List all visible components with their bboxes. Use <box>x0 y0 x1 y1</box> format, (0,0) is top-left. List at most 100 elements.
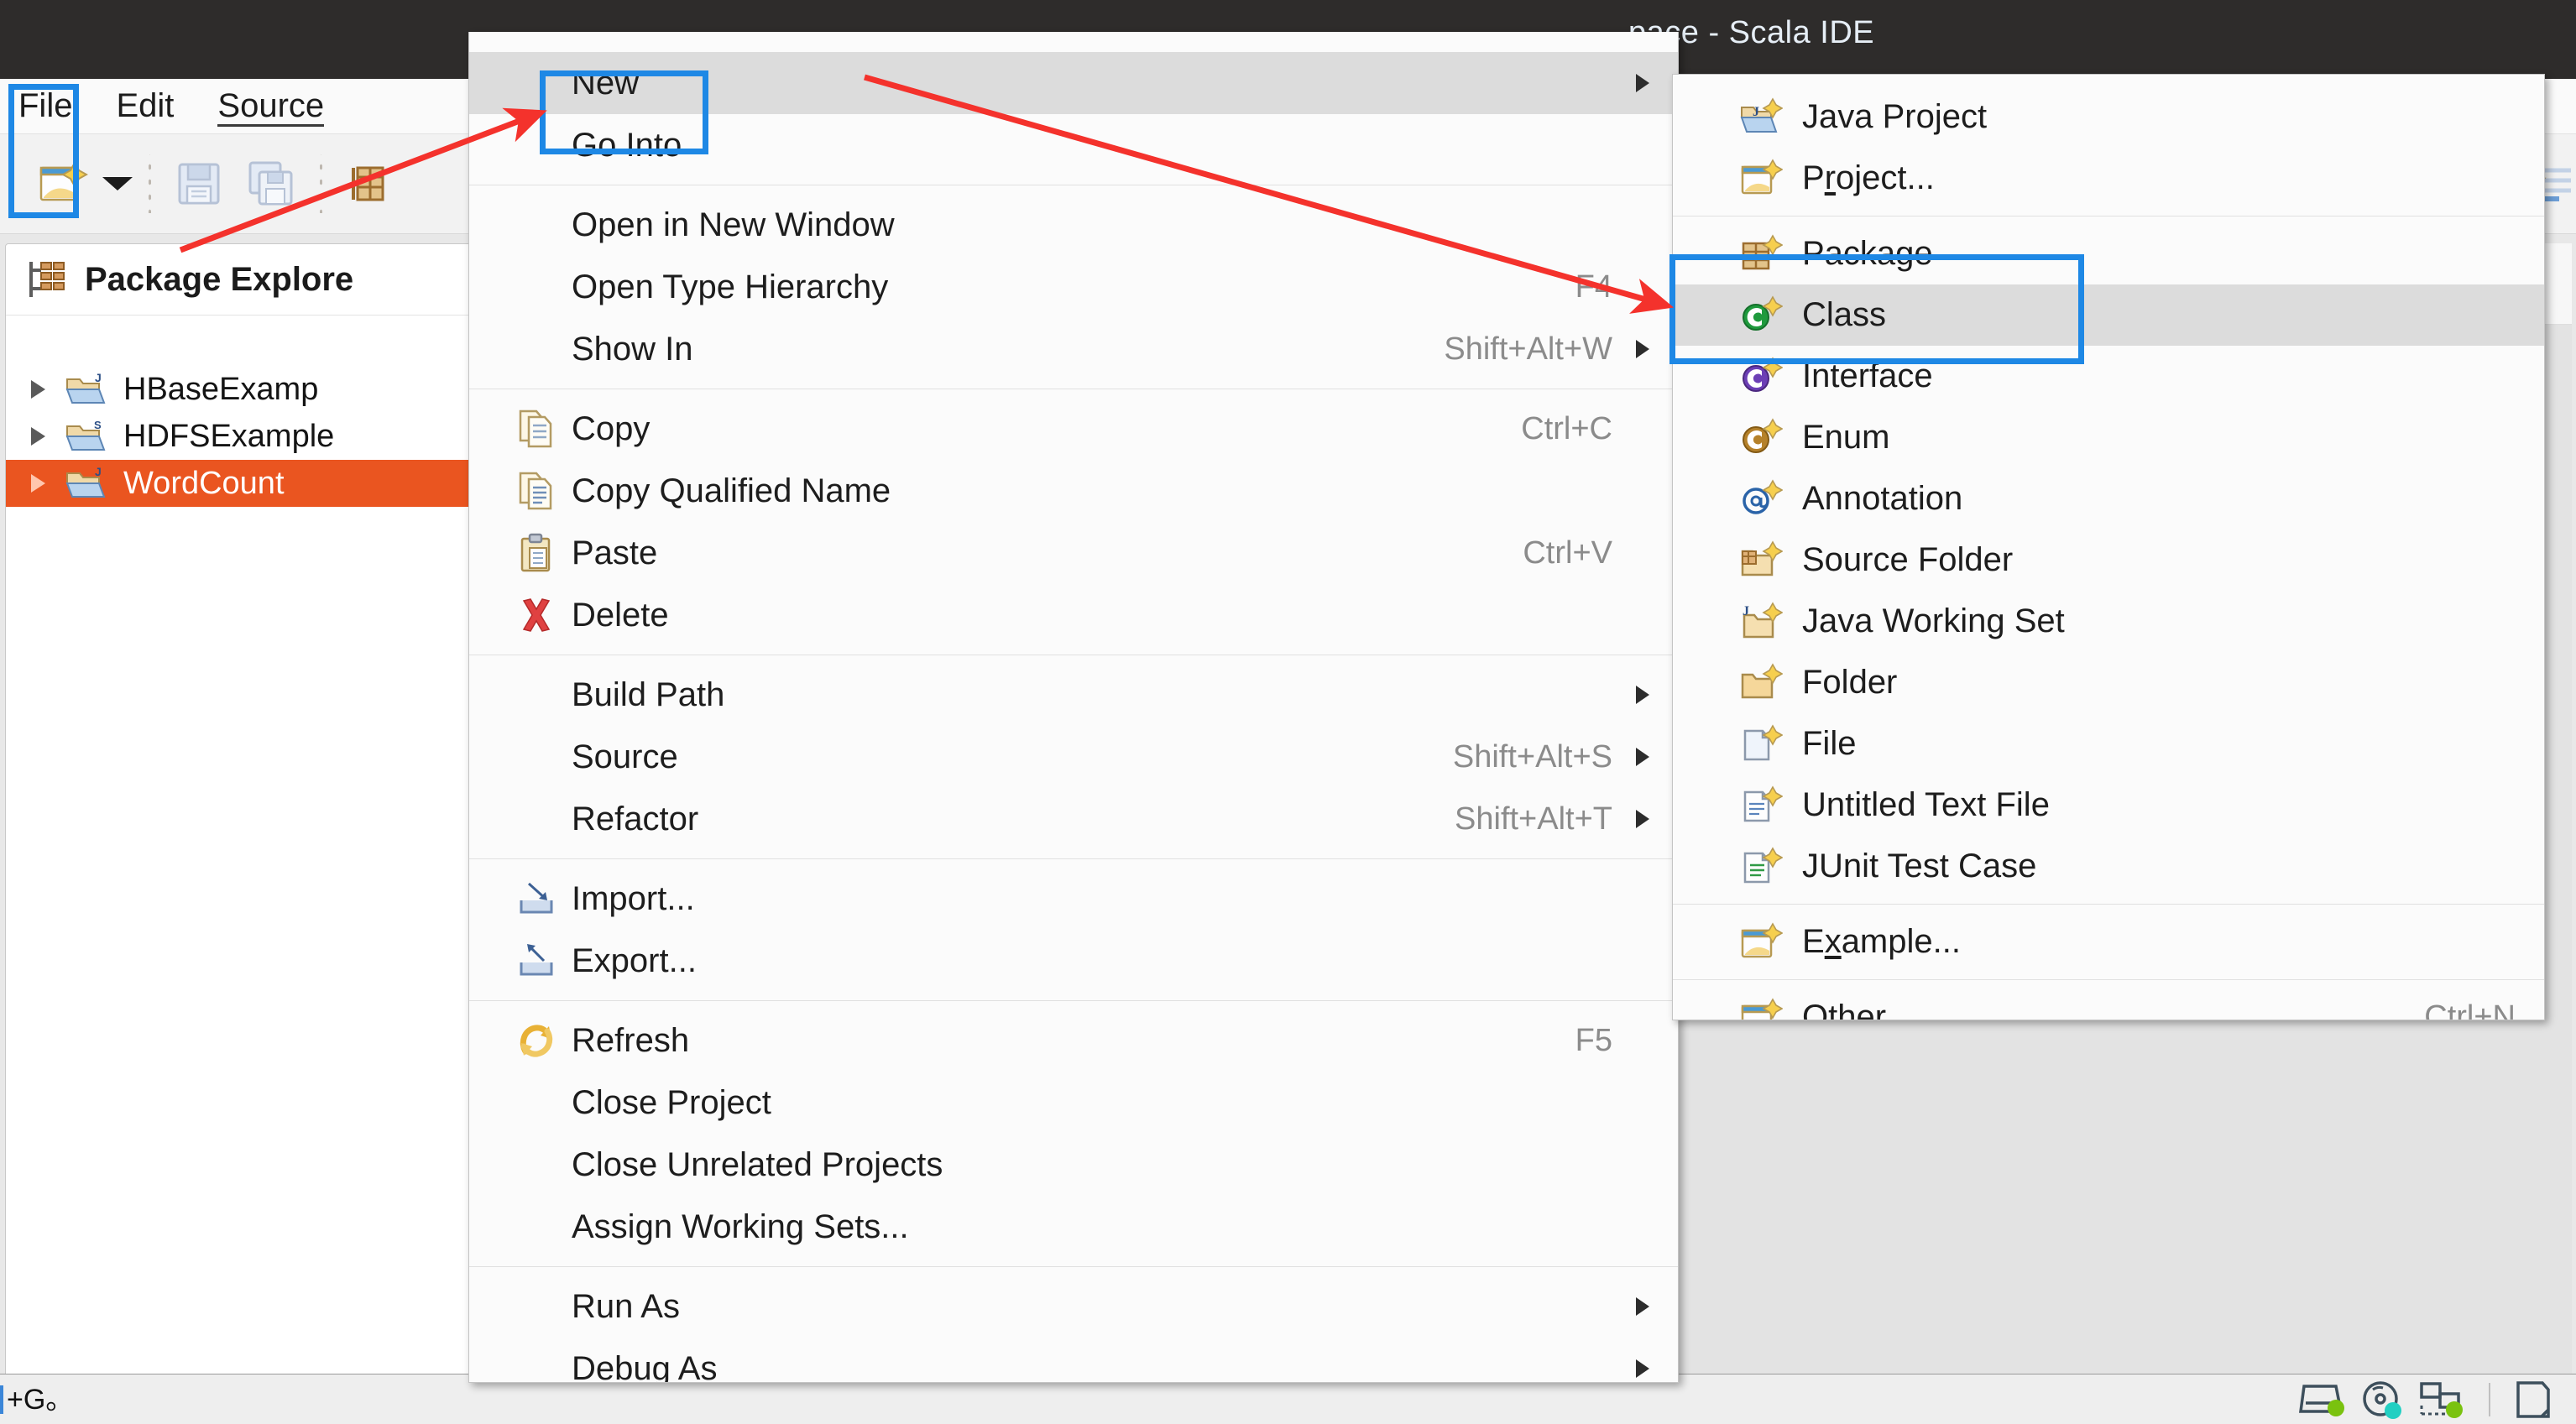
submenu-label: JUnit Test Case <box>1802 848 2037 884</box>
context-menu-item-build-path[interactable]: Build Path <box>469 664 1678 726</box>
submenu-item-interface[interactable]: Interface <box>1673 346 2544 407</box>
submenu-item-junit-test-case[interactable]: JUnit Test Case <box>1673 836 2544 897</box>
submenu-label: Folder <box>1802 664 1898 701</box>
enum-new-icon <box>1737 417 1785 458</box>
submenu-item-enum[interactable]: Enum <box>1673 407 2544 468</box>
java-project-icon: J <box>65 371 108 408</box>
status-message: +G。 <box>0 1385 74 1414</box>
context-menu-label: Copy Qualified Name <box>572 472 891 509</box>
menubar-item-source[interactable]: Source <box>217 87 349 127</box>
context-menu-item-refresh[interactable]: Refresh F5 <box>469 1009 1678 1072</box>
context-menu-item-export[interactable]: Export... <box>469 930 1678 992</box>
disc-status-icon[interactable] <box>2361 1380 2405 1420</box>
menubar-item-file-label: File <box>18 87 73 124</box>
context-menu-item-run-as[interactable]: Run As <box>469 1275 1678 1338</box>
toolbar-separator-2 <box>316 154 326 213</box>
context-menu-item-copy-qualified-name[interactable]: Copy Qualified Name <box>469 460 1678 522</box>
save-button[interactable] <box>163 148 235 220</box>
context-menu-item-source[interactable]: Source Shift+Alt+S <box>469 726 1678 788</box>
expand-twisty-icon[interactable] <box>26 378 50 401</box>
submenu-label: Java Project <box>1802 98 1988 135</box>
submenu-item-project[interactable]: Project... <box>1673 148 2544 209</box>
context-menu-label: Open in New Window <box>572 206 895 243</box>
context-menu-label: Paste <box>572 534 658 571</box>
context-menu-item-paste[interactable]: Paste Ctrl+V <box>469 522 1678 584</box>
submenu-item-folder[interactable]: Folder <box>1673 652 2544 713</box>
paste-icon <box>513 533 560 573</box>
submenu-item-annotation[interactable]: Annotation <box>1673 468 2544 529</box>
status-separator <box>2489 1382 2490 1416</box>
context-menu-label: Go Into <box>572 126 682 164</box>
new-wizard-button[interactable] <box>27 148 99 220</box>
expand-twisty-icon[interactable] <box>26 425 50 448</box>
tree-item-label: HDFSExample <box>123 418 335 454</box>
context-menu-accel: Shift+Alt+T <box>1455 801 1612 837</box>
context-menu-item-refactor[interactable]: Refactor Shift+Alt+T <box>469 788 1678 850</box>
toolbar-grip[interactable] <box>7 154 22 213</box>
status-indicators <box>2299 1380 2576 1420</box>
menubar-item-file[interactable]: File <box>18 87 97 125</box>
menu-divider <box>469 858 1678 859</box>
save-all-button[interactable] <box>235 148 307 220</box>
menubar-item-edit-label: Edit <box>116 87 175 124</box>
context-menu-label: Assign Working Sets... <box>572 1208 909 1245</box>
submenu-item-source-folder[interactable]: Source Folder <box>1673 529 2544 591</box>
untitled-text-file-icon <box>1737 785 1785 826</box>
submenu-item-package[interactable]: Package <box>1673 223 2544 284</box>
submenu-item-untitled-text-file[interactable]: Untitled Text File <box>1673 775 2544 836</box>
java-project-icon: J <box>65 465 108 502</box>
folder-new-icon <box>1737 662 1785 703</box>
submenu-label: Source Folder <box>1802 541 2014 578</box>
menubar-item-edit[interactable]: Edit <box>116 87 199 125</box>
context-menu-item-new[interactable]: New <box>469 52 1678 114</box>
submenu-label: Example... <box>1802 923 1961 960</box>
heap-status-icon[interactable] <box>2299 1381 2348 1418</box>
submenu-accel: Ctrl+N <box>2424 999 2516 1020</box>
toolbar-separator-1 <box>144 154 154 213</box>
context-menu-item-open-type-hierarchy[interactable]: Open Type Hierarchy F4 <box>469 256 1678 318</box>
caret-down-icon <box>101 175 134 193</box>
context-menu-item-copy[interactable]: Copy Ctrl+C <box>469 398 1678 460</box>
submenu-label: File <box>1802 725 1857 762</box>
build-icon <box>348 162 392 206</box>
submenu-item-file[interactable]: File <box>1673 713 2544 775</box>
context-menu-label: Refactor <box>572 800 699 837</box>
copy-qualified-icon <box>513 471 560 511</box>
project-context-menu: New Go Into Open in New Window Open Type… <box>468 32 1679 1383</box>
context-menu-item-close-unrelated-projects[interactable]: Close Unrelated Projects <box>469 1134 1678 1196</box>
build-button[interactable] <box>334 148 406 220</box>
expand-twisty-icon[interactable] <box>26 472 50 495</box>
submenu-item-class[interactable]: Class <box>1673 284 2544 346</box>
context-menu-accel: Ctrl+C <box>1521 410 1612 446</box>
context-menu-item-delete[interactable]: Delete <box>469 584 1678 646</box>
new-dropdown-caret[interactable] <box>99 148 136 220</box>
submenu-item-java-working-set[interactable]: J Java Working Set <box>1673 591 2544 652</box>
submenu-item-java-project[interactable]: J Java Project <box>1673 86 2544 148</box>
context-menu-label: Close Project <box>572 1083 771 1121</box>
context-menu-label: Copy <box>572 409 651 447</box>
network-status-icon[interactable] <box>2418 1380 2465 1419</box>
document-status-icon[interactable] <box>2514 1380 2552 1420</box>
context-menu-item-debug-as[interactable]: Debug As <box>469 1338 1678 1383</box>
context-menu-item-show-in[interactable]: Show In Shift+Alt+W <box>469 318 1678 380</box>
context-menu-item-close-project[interactable]: Close Project <box>469 1072 1678 1134</box>
submenu-item-other[interactable]: Other... Ctrl+N <box>1673 987 2544 1020</box>
menubar-item-source-label: Source <box>217 87 325 127</box>
context-menu-label: Show In <box>572 330 693 368</box>
submenu-label: Project... <box>1802 159 1935 196</box>
context-menu-accel: Shift+Alt+S <box>1452 738 1612 775</box>
context-menu-accel: Shift+Alt+W <box>1444 331 1612 367</box>
context-menu-item-assign-working-sets[interactable]: Assign Working Sets... <box>469 1196 1678 1258</box>
project-new-icon <box>1737 158 1785 199</box>
context-menu-item-import[interactable]: Import... <box>469 868 1678 930</box>
submenu-item-example[interactable]: Example... <box>1673 911 2544 973</box>
new-file-icon <box>38 161 88 206</box>
context-menu-item-open-in-new-window[interactable]: Open in New Window <box>469 194 1678 256</box>
context-menu-label: Refresh <box>572 1021 690 1059</box>
context-menu-item-go-into[interactable]: Go Into <box>469 114 1678 176</box>
scala-project-icon: S <box>65 418 108 455</box>
package-explorer-tab-label: Package Explore <box>85 260 354 298</box>
svg-text:J: J <box>95 465 102 478</box>
context-menu-accel: Ctrl+V <box>1523 535 1612 571</box>
svg-text:J: J <box>95 371 102 384</box>
